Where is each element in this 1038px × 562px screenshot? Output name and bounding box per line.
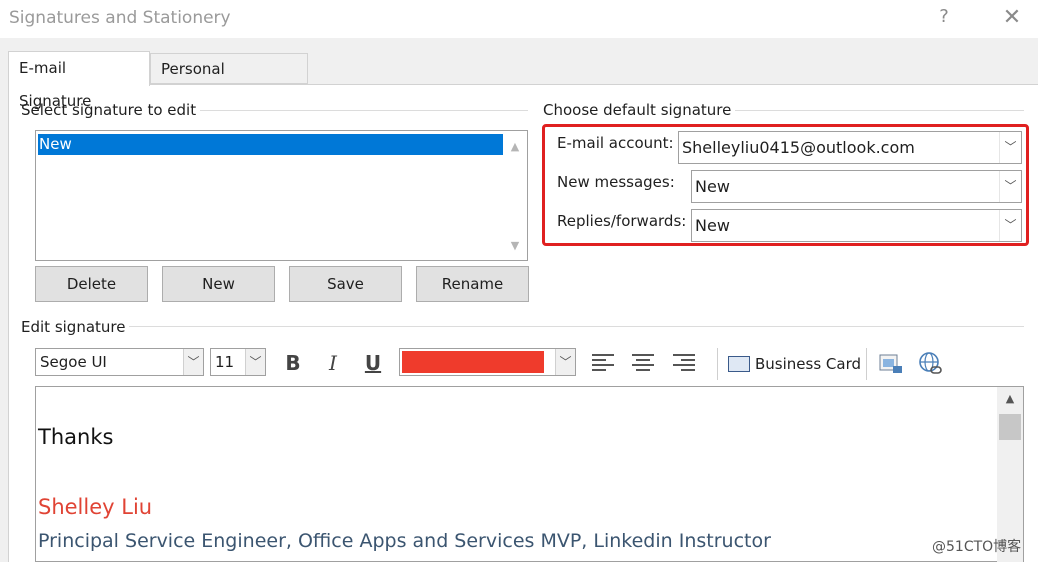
align-left-icon[interactable]: [592, 353, 614, 373]
replies-forwards-label: Replies/forwards:: [557, 212, 687, 230]
font-size-select[interactable]: 11 ﹀: [210, 348, 266, 376]
signature-list[interactable]: New ▲ ▼: [35, 130, 528, 261]
email-account-value: Shelleyliu0415@outlook.com: [682, 138, 915, 157]
divider: [122, 326, 1024, 327]
scroll-up-arrow-icon[interactable]: ▲: [1002, 391, 1018, 407]
rename-button[interactable]: Rename: [416, 266, 529, 302]
close-button[interactable]: ✕: [998, 4, 1026, 32]
chevron-down-icon[interactable]: ﹀: [555, 349, 575, 375]
tab-email-signature[interactable]: E-mail Signature: [8, 51, 150, 110]
font-name-select[interactable]: Segoe UI ﹀: [35, 348, 204, 376]
scroll-down-arrow-icon[interactable]: ▼: [507, 238, 523, 254]
italic-button[interactable]: I: [318, 348, 348, 378]
new-messages-value: New: [695, 177, 730, 196]
replies-forwards-value: New: [695, 216, 730, 235]
business-card-icon: [728, 356, 750, 372]
signature-editor[interactable]: Thanks Shelley Liu Principal Service Eng…: [35, 386, 1024, 562]
business-card-button[interactable]: Business Card: [728, 350, 861, 378]
signature-greeting: Thanks: [38, 425, 114, 449]
underline-button[interactable]: U: [358, 348, 388, 378]
edit-signature-label: Edit signature: [21, 318, 130, 336]
insert-hyperlink-icon[interactable]: [918, 351, 944, 377]
divider: [185, 110, 528, 111]
signature-list-item[interactable]: New: [38, 134, 503, 155]
font-name-value: Segoe UI: [40, 353, 107, 371]
new-messages-select[interactable]: New ﹀: [691, 170, 1022, 203]
email-account-label: E-mail account:: [557, 134, 674, 152]
signature-role: Principal Service Engineer, Office Apps …: [38, 530, 771, 552]
align-center-icon[interactable]: [632, 353, 654, 373]
save-button[interactable]: Save: [289, 266, 402, 302]
font-size-value: 11: [215, 353, 235, 371]
chevron-down-icon[interactable]: ﹀: [245, 349, 265, 375]
align-right-icon[interactable]: [673, 353, 695, 373]
watermark: @51CTO博客: [932, 539, 1022, 555]
replies-forwards-select[interactable]: New ﹀: [691, 209, 1022, 242]
divider: [722, 110, 1024, 111]
tab-personal-stationery[interactable]: Personal Stationery: [150, 53, 308, 109]
scroll-thumb[interactable]: [999, 414, 1021, 440]
email-account-select[interactable]: Shelleyliu0415@outlook.com ﹀: [678, 131, 1022, 164]
window-title: Signatures and Stationery: [9, 8, 231, 28]
scroll-up-arrow-icon[interactable]: ▲: [507, 139, 523, 155]
chevron-down-icon[interactable]: ﹀: [999, 132, 1021, 163]
help-button[interactable]: ?: [932, 4, 956, 30]
chevron-down-icon[interactable]: ﹀: [183, 349, 203, 375]
signature-name: Shelley Liu: [38, 495, 153, 519]
delete-button[interactable]: Delete: [35, 266, 148, 302]
toolbar-separator: [866, 348, 867, 380]
choose-default-signature-label: Choose default signature: [543, 101, 736, 119]
title-bar: Signatures and Stationery ? ✕: [0, 0, 1038, 38]
font-color-swatch: [402, 351, 544, 373]
insert-picture-icon[interactable]: [879, 352, 903, 374]
bold-button[interactable]: B: [278, 348, 308, 378]
tab-email-signature-label: E-mail Signature: [19, 59, 92, 110]
chevron-down-icon[interactable]: ﹀: [999, 171, 1021, 202]
chevron-down-icon[interactable]: ﹀: [999, 210, 1021, 241]
new-button[interactable]: New: [162, 266, 275, 302]
font-color-select[interactable]: ﹀: [399, 348, 576, 376]
toolbar-separator: [717, 348, 718, 380]
new-messages-label: New messages:: [557, 173, 675, 191]
business-card-label: Business Card: [755, 355, 862, 373]
